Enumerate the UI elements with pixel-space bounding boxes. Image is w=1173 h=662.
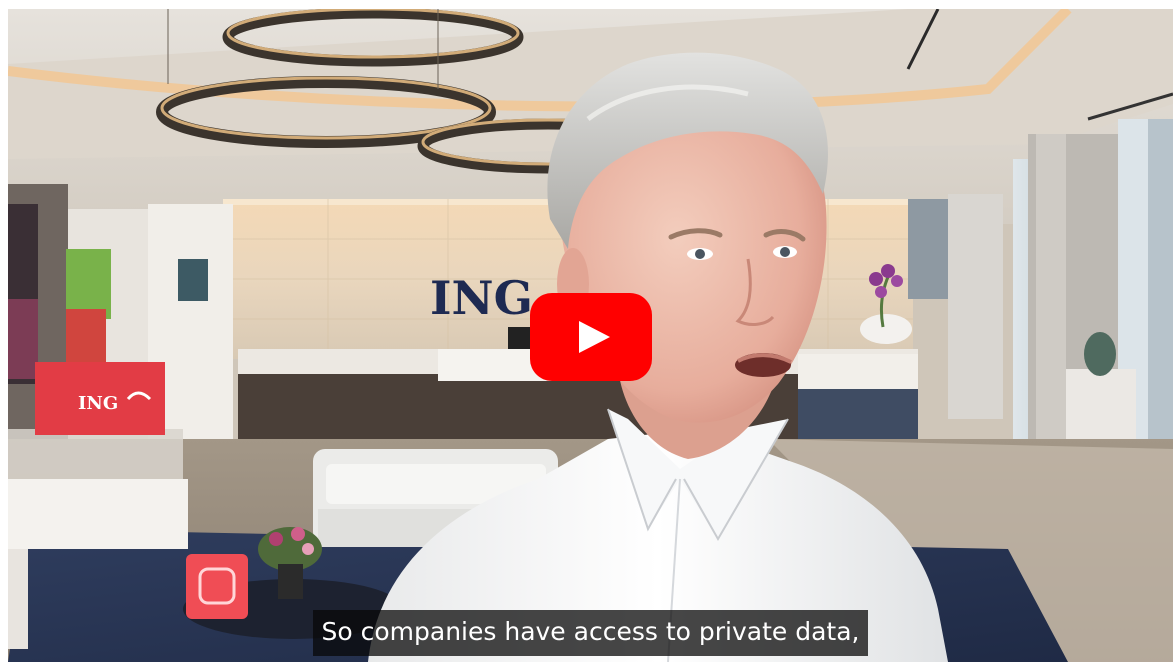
box-ing-logo: ING — [78, 393, 118, 414]
wall-ing-logo: ING — [430, 271, 533, 325]
youtube-play-icon — [530, 293, 652, 381]
caption-container: So companies have access to private data… — [8, 610, 1173, 656]
video-player[interactable]: ING ING So companies have access to priv… — [8, 9, 1173, 662]
caption-text: So companies have access to private data… — [312, 610, 869, 656]
play-button[interactable] — [530, 293, 652, 381]
